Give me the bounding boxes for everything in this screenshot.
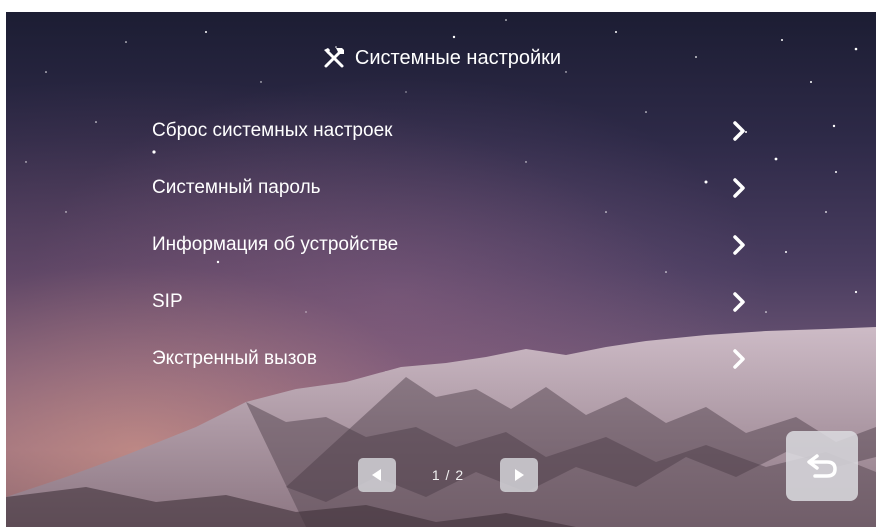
menu-item-reset-settings[interactable]: Сброс системных настроек: [152, 102, 752, 159]
page-indicator: 1 / 2: [431, 467, 465, 483]
triangle-right-icon: [515, 469, 524, 481]
previous-page-button[interactable]: [358, 458, 396, 492]
chevron-right-icon: [733, 120, 745, 141]
menu-item-device-info[interactable]: Информация об устройстве: [152, 216, 752, 273]
return-arrow-icon: [807, 454, 837, 478]
tools-icon: [323, 48, 344, 68]
pagination: 1 / 2: [358, 457, 538, 493]
menu-item-label: SIP: [152, 290, 183, 312]
screen: Системные настройки Сброс системных наст…: [6, 12, 876, 527]
menu-item-emergency-call[interactable]: Экстренный вызов: [152, 330, 752, 387]
menu-item-system-password[interactable]: Системный пароль: [152, 159, 752, 216]
chevron-right-icon: [733, 234, 745, 255]
settings-menu: Сброс системных настроек Системный парол…: [152, 102, 752, 387]
chevron-right-icon: [733, 291, 745, 312]
menu-item-label: Экстренный вызов: [152, 347, 317, 369]
page-title: Системные настройки: [354, 46, 562, 69]
triangle-left-icon: [372, 469, 381, 481]
menu-item-label: Сброс системных настроек: [152, 119, 393, 141]
title-bar: Системные настройки: [6, 42, 876, 74]
menu-item-label: Системный пароль: [152, 176, 321, 198]
menu-item-sip[interactable]: SIP: [152, 273, 752, 330]
next-page-button[interactable]: [500, 458, 538, 492]
back-button[interactable]: [786, 431, 858, 501]
menu-item-label: Информация об устройстве: [152, 233, 399, 255]
chevron-right-icon: [733, 177, 745, 198]
chevron-right-icon: [733, 348, 745, 369]
